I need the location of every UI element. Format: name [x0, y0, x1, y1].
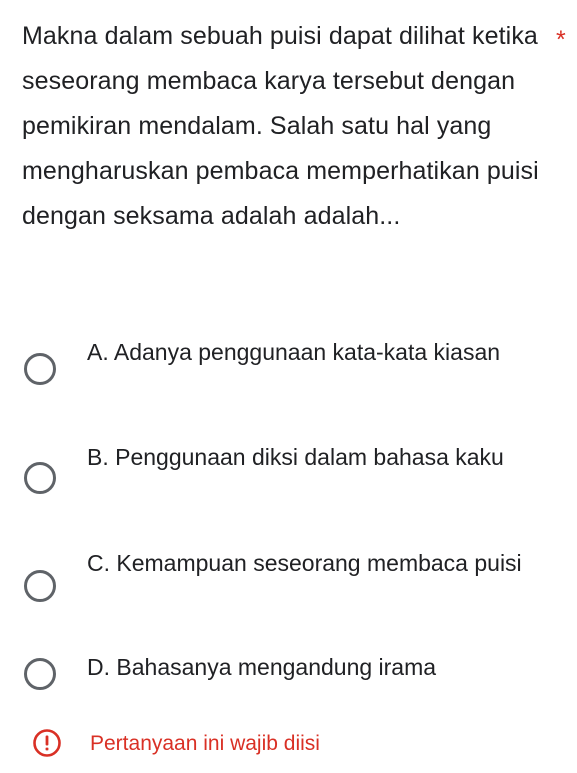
- validation-message: Pertanyaan ini wajib diisi: [90, 732, 320, 755]
- question-title: Makna dalam sebuah puisi dapat dilihat k…: [22, 22, 539, 230]
- radio-button-a[interactable]: [24, 353, 56, 385]
- validation-error: Pertanyaan ini wajib diisi: [22, 725, 562, 765]
- radio-button-d[interactable]: [24, 658, 56, 690]
- option-d[interactable]: D. Bahasanya mengandung irama: [22, 650, 562, 690]
- option-b[interactable]: B. Penggunaan diksi dalam bahasa kaku: [22, 440, 562, 515]
- option-a[interactable]: A. Adanya penggunaan kata-kata kiasan: [22, 335, 562, 410]
- required-asterisk: *: [556, 26, 566, 54]
- option-d-label[interactable]: D. Bahasanya mengandung irama: [87, 650, 547, 685]
- alert-circle-icon: [33, 729, 61, 757]
- option-c[interactable]: C. Kemampuan seseorang membaca puisi: [22, 546, 562, 621]
- option-c-label[interactable]: C. Kemampuan seseorang membaca puisi: [87, 546, 547, 581]
- radio-button-c[interactable]: [24, 570, 56, 602]
- option-b-label[interactable]: B. Penggunaan diksi dalam bahasa kaku: [87, 440, 547, 475]
- option-a-label[interactable]: A. Adanya penggunaan kata-kata kiasan: [87, 335, 547, 370]
- radio-button-b[interactable]: [24, 462, 56, 494]
